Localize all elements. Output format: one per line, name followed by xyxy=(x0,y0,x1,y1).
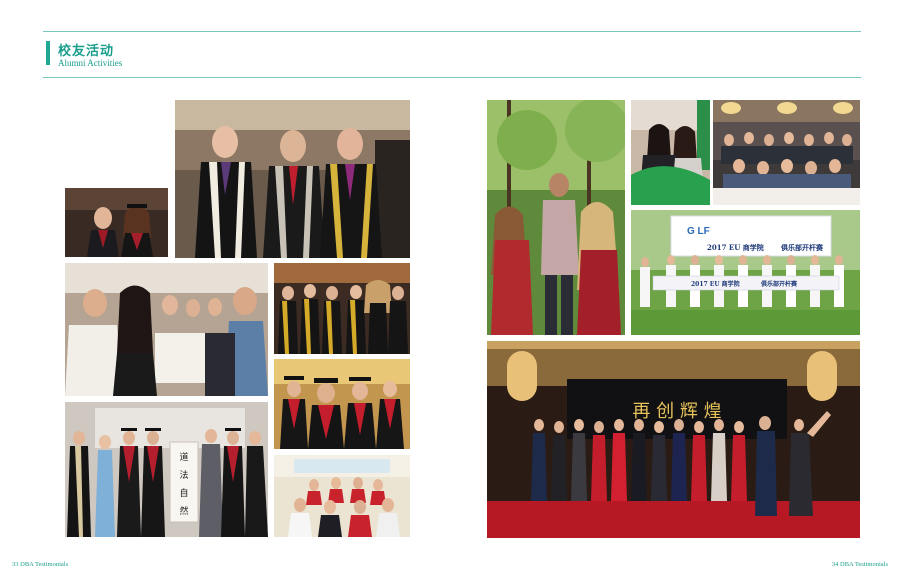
photo-graduates-pair xyxy=(65,188,168,257)
photo-calligraphy-group: 道 法 自 然 xyxy=(65,402,268,537)
footer-left-page-number: 33 DBA Testimonials xyxy=(12,561,69,568)
calligraphy-char-4: 然 xyxy=(179,505,188,517)
photo-gala-stage: 再 创 辉 煌 xyxy=(487,341,860,538)
photo-dinner-party xyxy=(65,263,268,396)
title-accent-bar xyxy=(46,41,50,65)
photo-golf-tournament: G LF 2017 EU 商学院 俱乐部开杆赛 2017 EU 商学院 俱乐部开… xyxy=(631,210,860,335)
photo-graduates-red-hoods xyxy=(274,359,410,449)
golf-banner-subtitle: 俱乐部开杆赛 xyxy=(780,243,824,252)
page-title-chinese: 校友活动 xyxy=(58,44,115,59)
photo-graduates-row xyxy=(274,263,410,354)
photo-women-event xyxy=(631,100,710,205)
golf-logo: G LF xyxy=(687,226,710,237)
photo-banquet-group xyxy=(713,100,860,205)
photo-three-professors xyxy=(175,100,410,258)
calligraphy-char-2: 法 xyxy=(179,469,188,481)
golf-banner-title: 2017 EU 商学院 xyxy=(707,243,764,252)
calligraphy-char-3: 自 xyxy=(179,487,188,499)
page-title-english: Alumni Activities xyxy=(58,58,123,68)
golf-lower-banner-subtitle: 俱乐部开杆赛 xyxy=(760,280,798,288)
header-top-rule xyxy=(43,31,861,32)
golf-lower-banner-title: 2017 EU 商学院 xyxy=(691,280,740,288)
footer-right-page-number: 34 DBA Testimonials xyxy=(831,561,888,568)
gala-backdrop-text: 再 创 辉 煌 xyxy=(632,401,721,422)
header-bottom-rule xyxy=(43,77,861,78)
photo-red-shirts-group xyxy=(274,455,410,537)
photo-outdoor-forest xyxy=(487,100,625,335)
calligraphy-char-1: 道 xyxy=(179,451,188,463)
